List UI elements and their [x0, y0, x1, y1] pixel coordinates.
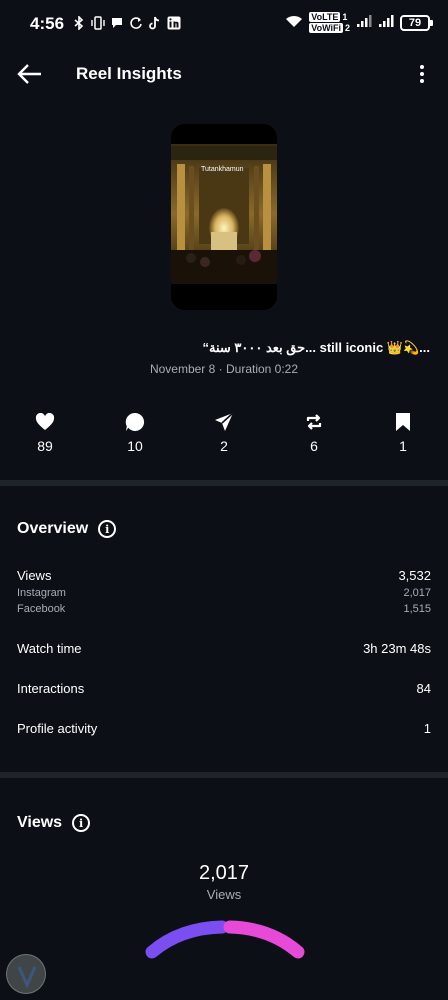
views-section-header: Views i	[17, 814, 91, 832]
signal-icon-sim1	[356, 14, 372, 33]
more-vertical-icon	[420, 65, 424, 83]
facebook-value: 1,515	[403, 603, 431, 615]
chat-bubble-icon	[110, 15, 124, 31]
info-icon[interactable]: i	[98, 520, 117, 538]
bluetooth-icon	[72, 15, 86, 31]
linkedin-icon	[167, 15, 181, 31]
share-icon	[215, 412, 234, 431]
overview-row-instagram: Instagram 2,017	[17, 587, 431, 599]
facebook-label: Facebook	[17, 603, 66, 615]
interactions-label: Interactions	[17, 681, 85, 696]
views-gauge	[140, 920, 310, 960]
reel-caption: “حق بعد ٣٠٠٠ سنة... still iconic 👑💫...	[202, 340, 430, 355]
stat-saves: 1	[378, 410, 428, 454]
status-time: 4:56	[30, 14, 65, 33]
overview-row-interactions: Interactions 84	[17, 681, 431, 696]
instagram-value: 2,017	[403, 587, 431, 599]
views-total: 2,017	[198, 862, 250, 884]
gauge-segment-instagram	[145, 920, 229, 959]
sim2-label: VoWiFi	[309, 23, 343, 33]
thumbnail-overlay-text: Tutankhamun	[201, 166, 244, 173]
watermark-logo	[6, 954, 46, 994]
info-icon[interactable]: i	[72, 814, 91, 832]
back-arrow-icon	[17, 64, 41, 84]
sim1-label: VoLTE	[309, 12, 341, 22]
instagram-label: Instagram	[17, 587, 66, 599]
heart-icon	[35, 413, 55, 430]
reel-thumbnail[interactable]: Tutankhamun	[171, 124, 277, 310]
watch-time-label: Watch time	[17, 641, 82, 656]
profile-activity-label: Profile activity	[17, 721, 98, 736]
section-divider	[0, 480, 448, 486]
more-options-button[interactable]	[418, 62, 426, 86]
vibrate-icon	[91, 15, 105, 31]
overview-row-facebook: Facebook 1,515	[17, 603, 431, 615]
views-total-label: Views	[206, 887, 242, 902]
overview-header: Overview i	[17, 520, 117, 538]
battery-level: 79	[408, 17, 422, 29]
views-value: 3,532	[398, 568, 431, 583]
page-title: Reel Insights	[76, 64, 182, 83]
wifi-icon	[285, 14, 303, 33]
likes-count: 89	[37, 438, 53, 454]
section-divider	[0, 772, 448, 778]
stat-shares: 2	[199, 410, 249, 454]
watch-time-value: 3h 23m 48s	[363, 641, 431, 656]
reposts-count: 6	[310, 438, 318, 454]
app-bar: Reel Insights	[0, 50, 448, 98]
signal-icon-sim2	[378, 14, 394, 33]
overview-row-profile-activity: Profile activity 1	[17, 721, 431, 736]
status-notification-icons	[72, 15, 181, 31]
reel-meta: November 8 · Duration 0:22	[149, 362, 299, 376]
engagement-stats: 89 10 2 6 1	[0, 410, 448, 460]
sim-network-labels: VoLTE 1 VoWiFi 2	[309, 12, 350, 34]
overview-title: Overview	[17, 520, 89, 537]
gauge-segment-facebook	[223, 920, 305, 959]
overview-row-watch-time: Watch time 3h 23m 48s	[17, 641, 431, 656]
stat-likes: 89	[20, 410, 70, 454]
stat-comments: 10	[110, 410, 160, 454]
sim1-number: 1	[342, 12, 348, 22]
comments-count: 10	[127, 438, 143, 454]
shares-count: 2	[220, 438, 228, 454]
views-section-title: Views	[17, 814, 63, 831]
battery-indicator: 79	[400, 15, 433, 31]
save-icon	[396, 413, 410, 431]
reel-thumbnail-image	[171, 124, 277, 310]
status-system-icons: VoLTE 1 VoWiFi 2 79	[285, 12, 433, 34]
stat-reposts: 6	[289, 410, 339, 454]
repost-icon	[306, 414, 322, 430]
sync-icon	[129, 15, 143, 31]
interactions-value: 84	[416, 681, 431, 696]
overview-row-views: Views 3,532	[17, 568, 431, 583]
comment-icon	[125, 412, 145, 431]
profile-activity-value: 1	[423, 721, 431, 736]
sim2-number: 2	[344, 23, 350, 33]
status-bar: 4:56 VoLTE 1 VoWiFi 2 79	[0, 0, 448, 50]
back-button[interactable]	[16, 60, 44, 88]
views-label: Views	[17, 568, 52, 583]
tiktok-icon	[148, 15, 162, 31]
saves-count: 1	[399, 438, 407, 454]
